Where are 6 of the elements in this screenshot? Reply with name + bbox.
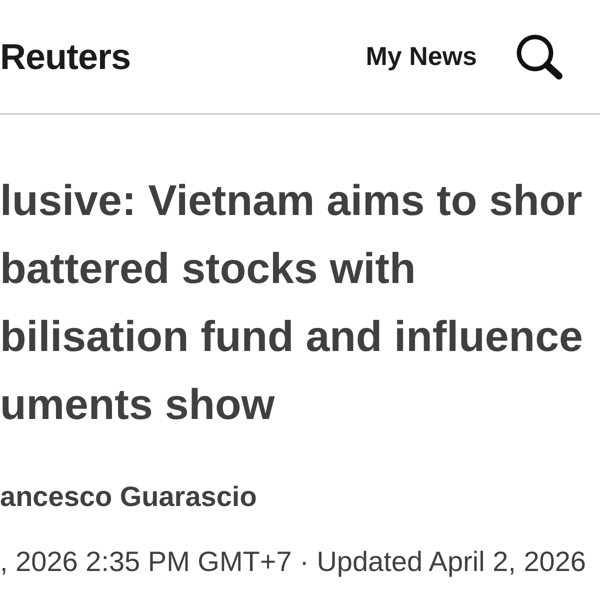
site-logo[interactable]: Reuters: [0, 36, 131, 78]
search-icon[interactable]: [515, 34, 563, 80]
headline: lusive: Vietnam aims to shor battered stocks with bilisation fund and influence uments show: [0, 176, 584, 431]
nav-link[interactable]: My News: [366, 41, 477, 72]
author-byline: ancesco Guarascio: [0, 480, 258, 514]
publish-date: , 2026 2:35 PM GMT+7 · Updated April 2, 2026: [0, 545, 588, 579]
